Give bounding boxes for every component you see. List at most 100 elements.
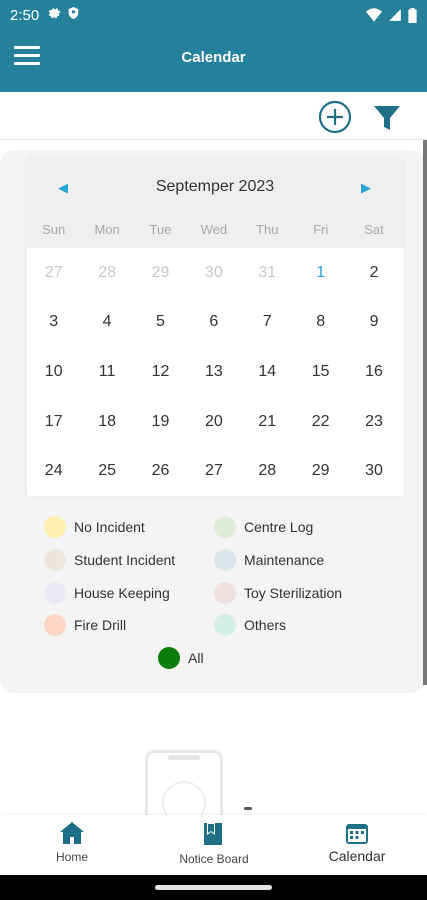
- calendar-day[interactable]: 20: [187, 397, 240, 447]
- app-bar: Calendar: [0, 30, 427, 92]
- calendar-day[interactable]: 22: [294, 397, 347, 447]
- weekday-mon: Mon: [94, 222, 120, 237]
- illustration-mark: [244, 807, 252, 810]
- legend-color-dot: [214, 614, 236, 636]
- empty-state-phone-illustration: [145, 750, 223, 825]
- calendar-day[interactable]: 5: [134, 298, 187, 348]
- filter-icon[interactable]: [373, 104, 401, 132]
- weekday-tue: Tue: [149, 222, 172, 237]
- calendar-day[interactable]: 30: [187, 248, 240, 298]
- status-bar: 2:50: [0, 0, 427, 30]
- calendar-days-grid: 27 28 29 30 31 1 2 3 4 5 6 7 8 9 10 11 12 13 14 15 16 17 18 19 2…: [27, 248, 404, 496]
- calendar-toolbar: [0, 92, 427, 140]
- system-navigation-bar: [0, 875, 427, 900]
- legend-item[interactable]: No Incident: [44, 516, 145, 538]
- calendar-day[interactable]: 29: [134, 248, 187, 298]
- page-title: Calendar: [181, 49, 246, 66]
- calendar-day[interactable]: 25: [80, 446, 133, 496]
- bookmark-book-icon: [204, 823, 222, 845]
- nav-calendar-label: Calendar: [328, 848, 386, 864]
- calendar-day[interactable]: 6: [187, 298, 240, 348]
- next-month-icon[interactable]: ▶: [361, 180, 371, 196]
- calendar-day[interactable]: 7: [241, 298, 294, 348]
- status-icons: [366, 7, 417, 23]
- legend-label: Fire Drill: [74, 617, 127, 633]
- nav-calendar[interactable]: Calendar: [322, 821, 392, 866]
- month-label: Septemper 2023: [155, 178, 275, 195]
- calendar-day[interactable]: 1: [294, 248, 347, 298]
- calendar-day[interactable]: 4: [80, 298, 133, 348]
- calendar-day[interactable]: 27: [27, 248, 80, 298]
- home-gesture-handle[interactable]: [155, 885, 272, 890]
- weekday-header: Sun Mon Tue Wed Thu Fri Sat: [27, 222, 404, 237]
- weekday-sat: Sat: [364, 222, 384, 237]
- calendar-day[interactable]: 13: [187, 347, 240, 397]
- calendar-day[interactable]: 12: [134, 347, 187, 397]
- calendar-day[interactable]: 28: [80, 248, 133, 298]
- screen: 2:50 Calendar ◀ Septemper 2023 ▶ Sun Mon…: [0, 0, 427, 900]
- legend-item[interactable]: Fire Drill: [44, 614, 126, 636]
- legend-item-all[interactable]: All: [158, 647, 204, 669]
- scrollbar[interactable]: [423, 140, 427, 685]
- calendar-day[interactable]: 28: [241, 446, 294, 496]
- calendar-day[interactable]: 16: [347, 347, 400, 397]
- calendar-day[interactable]: 14: [241, 347, 294, 397]
- legend-item[interactable]: Maintenance: [214, 549, 324, 571]
- legend-color-dot: [44, 582, 66, 604]
- calendar-day[interactable]: 10: [27, 347, 80, 397]
- calendar-day[interactable]: 23: [347, 397, 400, 447]
- calendar-day[interactable]: 26: [134, 446, 187, 496]
- legend-label: Student Incident: [74, 552, 176, 568]
- calendar-day[interactable]: 19: [134, 397, 187, 447]
- legend-label: Toy Sterilization: [244, 585, 343, 601]
- nav-home-label: Home: [55, 850, 88, 864]
- calendar-day[interactable]: 27: [187, 446, 240, 496]
- legend-label: Others: [244, 617, 287, 633]
- weekday-wed: Wed: [200, 222, 228, 237]
- legend-color-dot: [44, 516, 66, 538]
- nav-notice-board-label: Notice Board: [179, 852, 249, 866]
- settings-gear-icon: [47, 6, 61, 24]
- calendar-day[interactable]: 8: [294, 298, 347, 348]
- legend-item[interactable]: House Keeping: [44, 582, 170, 604]
- calendar-day[interactable]: 21: [241, 397, 294, 447]
- calendar-icon: [346, 824, 368, 844]
- legend-color-dot: [44, 614, 66, 636]
- legend-item[interactable]: Toy Sterilization: [214, 582, 342, 604]
- calendar-day[interactable]: 15: [294, 347, 347, 397]
- calendar-day[interactable]: 30: [347, 446, 400, 496]
- signal-icon: [389, 9, 401, 21]
- calendar-day[interactable]: 18: [80, 397, 133, 447]
- wifi-icon: [366, 8, 382, 22]
- weekday-sun: Sun: [42, 222, 66, 237]
- legend-color-dot: [214, 549, 236, 571]
- weekday-thu: Thu: [256, 222, 279, 237]
- legend-item[interactable]: Student Incident: [44, 549, 175, 571]
- nav-home[interactable]: Home: [42, 821, 102, 866]
- calendar-day[interactable]: 29: [294, 446, 347, 496]
- legend-all-dot: [158, 647, 180, 669]
- legend-label: Centre Log: [244, 519, 314, 535]
- legend-color-dot: [44, 549, 66, 571]
- battery-icon: [408, 7, 417, 23]
- calendar-day[interactable]: 24: [27, 446, 80, 496]
- add-event-icon[interactable]: [318, 100, 352, 134]
- calendar-day[interactable]: 3: [27, 298, 80, 348]
- legend-all-label: All: [188, 650, 204, 666]
- legend-item[interactable]: Centre Log: [214, 516, 313, 538]
- legend-color-dot: [214, 582, 236, 604]
- bottom-navigation: Home Notice Board Calendar: [0, 815, 427, 875]
- home-icon: [60, 822, 84, 844]
- legend-item[interactable]: Others: [214, 614, 286, 636]
- calendar-day[interactable]: 9: [347, 298, 400, 348]
- shield-icon: [67, 6, 80, 24]
- calendar-day[interactable]: 17: [27, 397, 80, 447]
- calendar-day[interactable]: 11: [80, 347, 133, 397]
- calendar-day[interactable]: 2: [347, 248, 400, 298]
- nav-notice-board[interactable]: Notice Board: [170, 821, 258, 868]
- calendar-day[interactable]: 31: [241, 248, 294, 298]
- legend-color-dot: [214, 516, 236, 538]
- legend-label: Maintenance: [244, 552, 325, 568]
- legend-label: House Keeping: [74, 585, 170, 601]
- status-time: 2:50: [10, 6, 40, 24]
